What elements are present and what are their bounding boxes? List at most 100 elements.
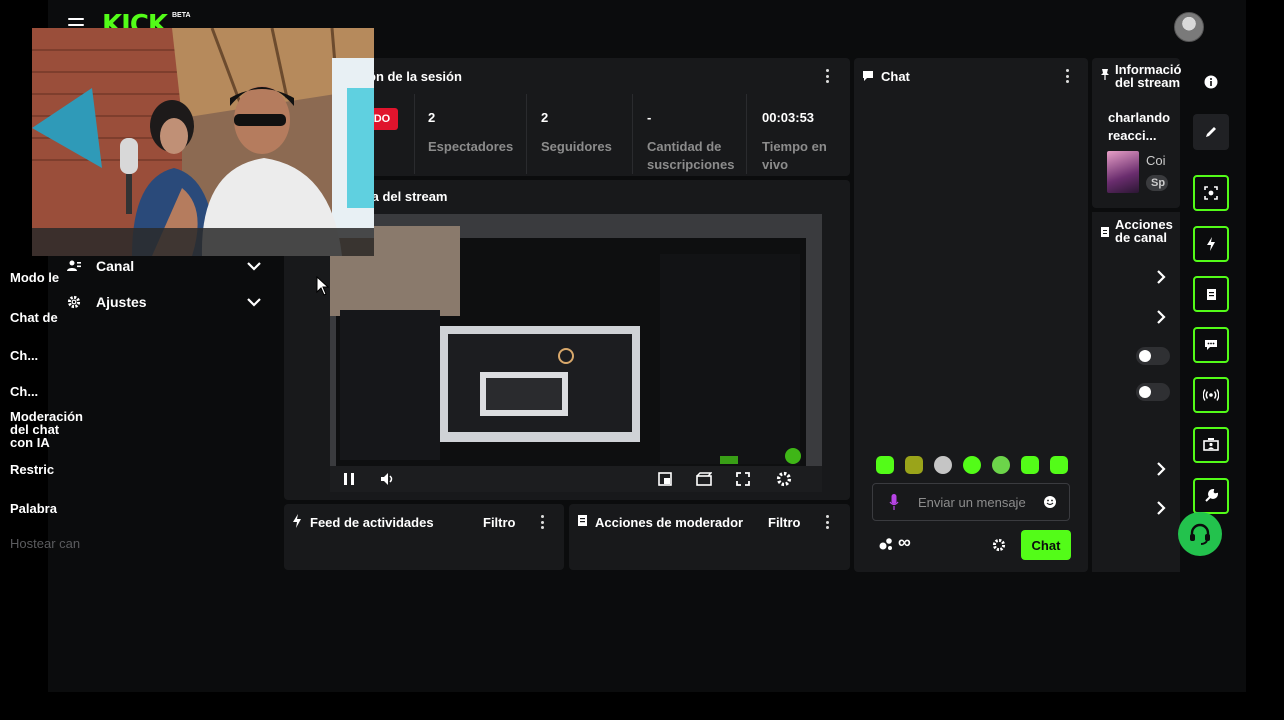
volume-icon[interactable] xyxy=(380,472,396,486)
divider xyxy=(414,94,415,174)
category-name[interactable]: Coi xyxy=(1146,153,1166,168)
session-info-title: ón de la sesión xyxy=(368,69,462,84)
users-icon xyxy=(66,258,82,274)
stat-subs-value: - xyxy=(647,110,652,125)
emote-icon[interactable] xyxy=(963,456,981,474)
focus-icon xyxy=(1204,186,1218,200)
chat-rail-button[interactable] xyxy=(1193,327,1229,363)
stat-subs-label: Cantidad de suscripciones xyxy=(647,139,735,172)
emote-icon[interactable] xyxy=(1021,456,1039,474)
edit-button[interactable] xyxy=(1193,114,1229,150)
action-toggle-label: Ch... xyxy=(10,384,39,399)
channel-actions-rail-button[interactable] xyxy=(1193,427,1229,463)
stream-info-title-line2: del stream xyxy=(1115,75,1181,90)
support-button[interactable] xyxy=(1178,512,1222,556)
clip-icon[interactable] xyxy=(696,472,712,486)
pin-icon xyxy=(1101,69,1109,80)
chat-settings-icon[interactable] xyxy=(992,538,1006,552)
mod-more-icon[interactable] xyxy=(826,515,830,529)
sidebar-item-canal[interactable]: Canal xyxy=(66,254,262,278)
player-controls xyxy=(330,466,822,492)
broadcast-rail-button[interactable] xyxy=(1193,377,1229,413)
activity-rail-button[interactable] xyxy=(1193,226,1229,262)
emote-icon[interactable] xyxy=(905,456,923,474)
action-host-channel[interactable]: Hostear can xyxy=(10,536,80,551)
webcam-overlay xyxy=(32,28,374,256)
stat-followers-label: Seguidores xyxy=(541,139,612,154)
beta-badge: BETA xyxy=(172,12,191,19)
info-icon xyxy=(1204,75,1218,89)
emoji-icon[interactable] xyxy=(1043,495,1057,509)
document-icon xyxy=(1206,288,1216,300)
stream-frame xyxy=(330,214,822,492)
emote-icon[interactable] xyxy=(1050,456,1068,474)
stream-preview-title: ia del stream xyxy=(368,189,448,204)
broadcast-icon xyxy=(1203,389,1219,401)
points-icon[interactable] xyxy=(878,537,894,551)
stat-viewers-label: Espectadores xyxy=(428,139,514,154)
category-thumbnail[interactable] xyxy=(1107,151,1139,193)
mod-actions-rail-button[interactable] xyxy=(1193,276,1229,312)
stream-player[interactable] xyxy=(330,214,822,492)
activity-feed-panel xyxy=(284,504,564,570)
toggle-switch[interactable] xyxy=(1136,347,1170,365)
session-more-icon[interactable] xyxy=(826,69,830,83)
emote-icon[interactable] xyxy=(876,456,894,474)
stat-followers-value: 2 xyxy=(541,110,549,125)
microphone-icon[interactable] xyxy=(889,494,899,510)
divider xyxy=(632,94,633,174)
stat-live-time-label: Tiempo en vivo xyxy=(762,139,827,172)
webcam-image xyxy=(32,28,374,256)
stream-title-line2: reacci... xyxy=(1108,128,1157,143)
action-slow-mode[interactable]: Modo le xyxy=(10,270,59,285)
activity-more-icon[interactable] xyxy=(541,515,545,529)
bolt-icon xyxy=(293,514,301,528)
mod-actions-panel xyxy=(569,504,850,570)
chevron-right-icon[interactable] xyxy=(1156,270,1166,284)
document-icon xyxy=(578,515,587,526)
fullscreen-icon[interactable] xyxy=(736,472,750,486)
pencil-icon xyxy=(1206,127,1216,137)
emote-icon[interactable] xyxy=(992,456,1010,474)
channel-actions-title-line2: de canal xyxy=(1115,230,1168,245)
chat-more-icon[interactable] xyxy=(1066,69,1070,83)
chevron-down-icon[interactable] xyxy=(246,294,262,310)
screen-button[interactable] xyxy=(1193,175,1229,211)
activity-filter-button[interactable]: Filtro xyxy=(483,515,516,530)
pause-icon[interactable] xyxy=(342,472,356,486)
video-users-icon xyxy=(1203,438,1219,451)
action-chat-mode[interactable]: Chat de xyxy=(10,310,58,325)
emote-icon[interactable] xyxy=(934,456,952,474)
mod-filter-button[interactable]: Filtro xyxy=(768,515,801,530)
stat-live-time-value: 00:03:53 xyxy=(762,110,815,125)
chevron-right-icon[interactable] xyxy=(1156,501,1166,515)
wrench-icon xyxy=(1205,489,1218,502)
chat-bubble-icon xyxy=(1205,340,1217,350)
settings-icon[interactable] xyxy=(776,471,792,487)
pip-icon[interactable] xyxy=(658,472,672,486)
ai-moderation-heading-line3: con IA xyxy=(10,435,50,450)
points-value: ∞ xyxy=(898,532,911,552)
action-words[interactable]: Palabra xyxy=(10,501,57,516)
toggle-switch[interactable] xyxy=(1136,383,1170,401)
stat-viewers-value: 2 xyxy=(428,110,436,125)
action-restrictions[interactable]: Restric xyxy=(10,462,54,477)
chat-message-input[interactable]: Enviar un mensaje xyxy=(872,483,1070,521)
bolt-icon xyxy=(1207,237,1215,251)
action-toggle-label: Ch... xyxy=(10,348,39,363)
sidebar-item-label: Ajustes xyxy=(96,294,147,310)
headset-icon xyxy=(1190,523,1210,545)
chevron-down-icon[interactable] xyxy=(246,258,262,274)
chat-title: Chat xyxy=(881,69,910,84)
sidebar-item-ajustes[interactable]: Ajustes xyxy=(66,290,262,314)
chevron-right-icon[interactable] xyxy=(1156,310,1166,324)
divider xyxy=(526,94,527,174)
mod-actions-title: Acciones de moderador xyxy=(595,515,744,530)
tools-rail-button[interactable] xyxy=(1193,478,1229,514)
chevron-right-icon[interactable] xyxy=(1156,462,1166,476)
user-avatar[interactable] xyxy=(1174,12,1204,42)
language-tag: Sp xyxy=(1146,175,1168,191)
send-chat-button[interactable]: Chat xyxy=(1021,530,1071,560)
info-button[interactable] xyxy=(1193,64,1229,100)
divider xyxy=(746,94,747,174)
